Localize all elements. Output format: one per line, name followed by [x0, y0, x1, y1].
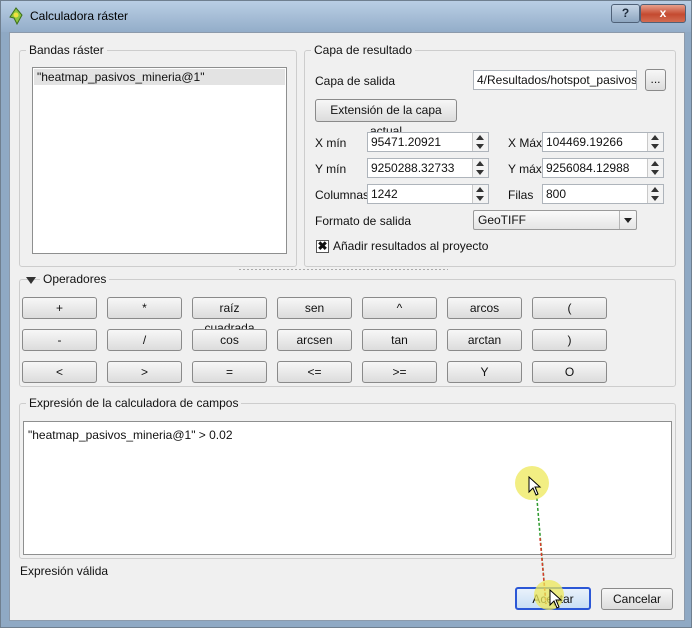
ymin-spinbox[interactable]: 9250288.32733 [367, 158, 489, 178]
op-less-button[interactable]: < [22, 361, 97, 383]
window-title: Calculadora ráster [30, 9, 129, 23]
op-equal-button[interactable]: = [192, 361, 267, 383]
ymax-spinbox[interactable]: 9256084.12988 [542, 158, 664, 178]
ymax-value: 9256084.12988 [546, 161, 630, 175]
rows-spinbox[interactable]: 800 [542, 184, 664, 204]
op-greater-button[interactable]: > [107, 361, 182, 383]
result-group: Capa de resultado Capa de salida 4/Resul… [304, 43, 676, 267]
add-to-project-label: Añadir resultados al proyecto [333, 239, 489, 253]
xmax-spinbox[interactable]: 104469.19266 [542, 132, 664, 152]
dialog-window: Calculadora ráster ? x Bandas ráster "he… [0, 0, 692, 628]
rows-value: 800 [546, 187, 567, 201]
title-bar[interactable]: Calculadora ráster ? x [1, 1, 691, 32]
cancel-button[interactable]: Cancelar [601, 588, 673, 610]
xmax-label: X Máx [508, 136, 543, 150]
op-less-equal-button[interactable]: <= [277, 361, 352, 383]
op-or-button[interactable]: O [532, 361, 607, 383]
mouse-pointer-icon [528, 476, 542, 496]
xmax-stepper[interactable] [647, 133, 663, 151]
rows-stepper[interactable] [647, 185, 663, 203]
help-button[interactable]: ? [611, 4, 640, 23]
collapse-triangle-icon[interactable] [26, 277, 36, 284]
op-minus-button[interactable]: - [22, 329, 97, 351]
xmax-value: 104469.19266 [546, 135, 623, 149]
op-power-button[interactable]: ^ [362, 297, 437, 319]
result-group-title: Capa de resultado [311, 43, 416, 57]
list-item[interactable]: "heatmap_pasivos_mineria@1" [34, 69, 285, 85]
op-plus-button[interactable]: + [22, 297, 97, 319]
op-sin-button[interactable]: sen [277, 297, 352, 319]
columns-label: Columnas [315, 188, 370, 202]
output-format-select[interactable]: GeoTIFF [473, 210, 637, 230]
op-and-button[interactable]: Y [447, 361, 522, 383]
operators-group-title: Operadores [40, 272, 110, 286]
op-asin-button[interactable]: arcsen [277, 329, 352, 351]
output-layer-field[interactable]: 4/Resultados/hotspot_pasivos.tif [473, 70, 637, 90]
op-cos-button[interactable]: cos [192, 329, 267, 351]
op-acos-button[interactable]: arcos [447, 297, 522, 319]
bands-list[interactable]: "heatmap_pasivos_mineria@1" [32, 67, 287, 254]
ymin-value: 9250288.32733 [371, 161, 455, 175]
bands-group-title: Bandas ráster [26, 43, 107, 57]
chevron-down-icon[interactable] [619, 211, 636, 229]
expression-text: "heatmap_pasivos_mineria@1" > 0.02 [28, 428, 233, 442]
dialog-content: Bandas ráster "heatmap_pasivos_mineria@1… [9, 32, 685, 621]
xmin-stepper[interactable] [472, 133, 488, 151]
ymax-stepper[interactable] [647, 159, 663, 177]
current-extent-button[interactable]: Extensión de la capa actual [315, 99, 457, 138]
close-button[interactable]: x [640, 4, 686, 23]
ymin-label: Y mín [315, 162, 347, 176]
output-layer-label: Capa de salida [315, 74, 396, 88]
ymax-label: Y máx [508, 162, 542, 176]
mouse-pointer-icon [549, 589, 563, 609]
expression-editor[interactable]: "heatmap_pasivos_mineria@1" > 0.02 [23, 421, 672, 555]
output-format-label: Formato de salida [315, 214, 412, 228]
op-sqrt-button[interactable]: raíz cuadrada [192, 297, 267, 335]
output-format-value: GeoTIFF [478, 213, 527, 227]
op-atan-button[interactable]: arctan [447, 329, 522, 351]
xmin-label: X mín [315, 136, 347, 150]
browse-button[interactable]: ... [645, 69, 666, 91]
qgis-logo-icon [9, 7, 23, 25]
op-divide-button[interactable]: / [107, 329, 182, 351]
op-close-paren-button[interactable]: ) [532, 329, 607, 351]
rows-label: Filas [508, 188, 534, 202]
expression-group-title: Expresión de la calculadora de campos [26, 396, 242, 410]
xmin-spinbox[interactable]: 95471.20921 [367, 132, 489, 152]
add-to-project-checkbox[interactable]: ✖ [316, 240, 329, 253]
expression-group: Expresión de la calculadora de campos "h… [19, 396, 676, 559]
columns-value: 1242 [371, 187, 398, 201]
columns-stepper[interactable] [472, 185, 488, 203]
ymin-stepper[interactable] [472, 159, 488, 177]
op-multiply-button[interactable]: * [107, 297, 182, 319]
op-greater-equal-button[interactable]: >= [362, 361, 437, 383]
expression-status: Expresión válida [20, 564, 109, 578]
op-tan-button[interactable]: tan [362, 329, 437, 351]
op-open-paren-button[interactable]: ( [532, 297, 607, 319]
bands-group: Bandas ráster "heatmap_pasivos_mineria@1… [19, 43, 297, 267]
splitter-handle[interactable] [238, 268, 448, 271]
columns-spinbox[interactable]: 1242 [367, 184, 489, 204]
xmin-value: 95471.20921 [371, 135, 442, 149]
